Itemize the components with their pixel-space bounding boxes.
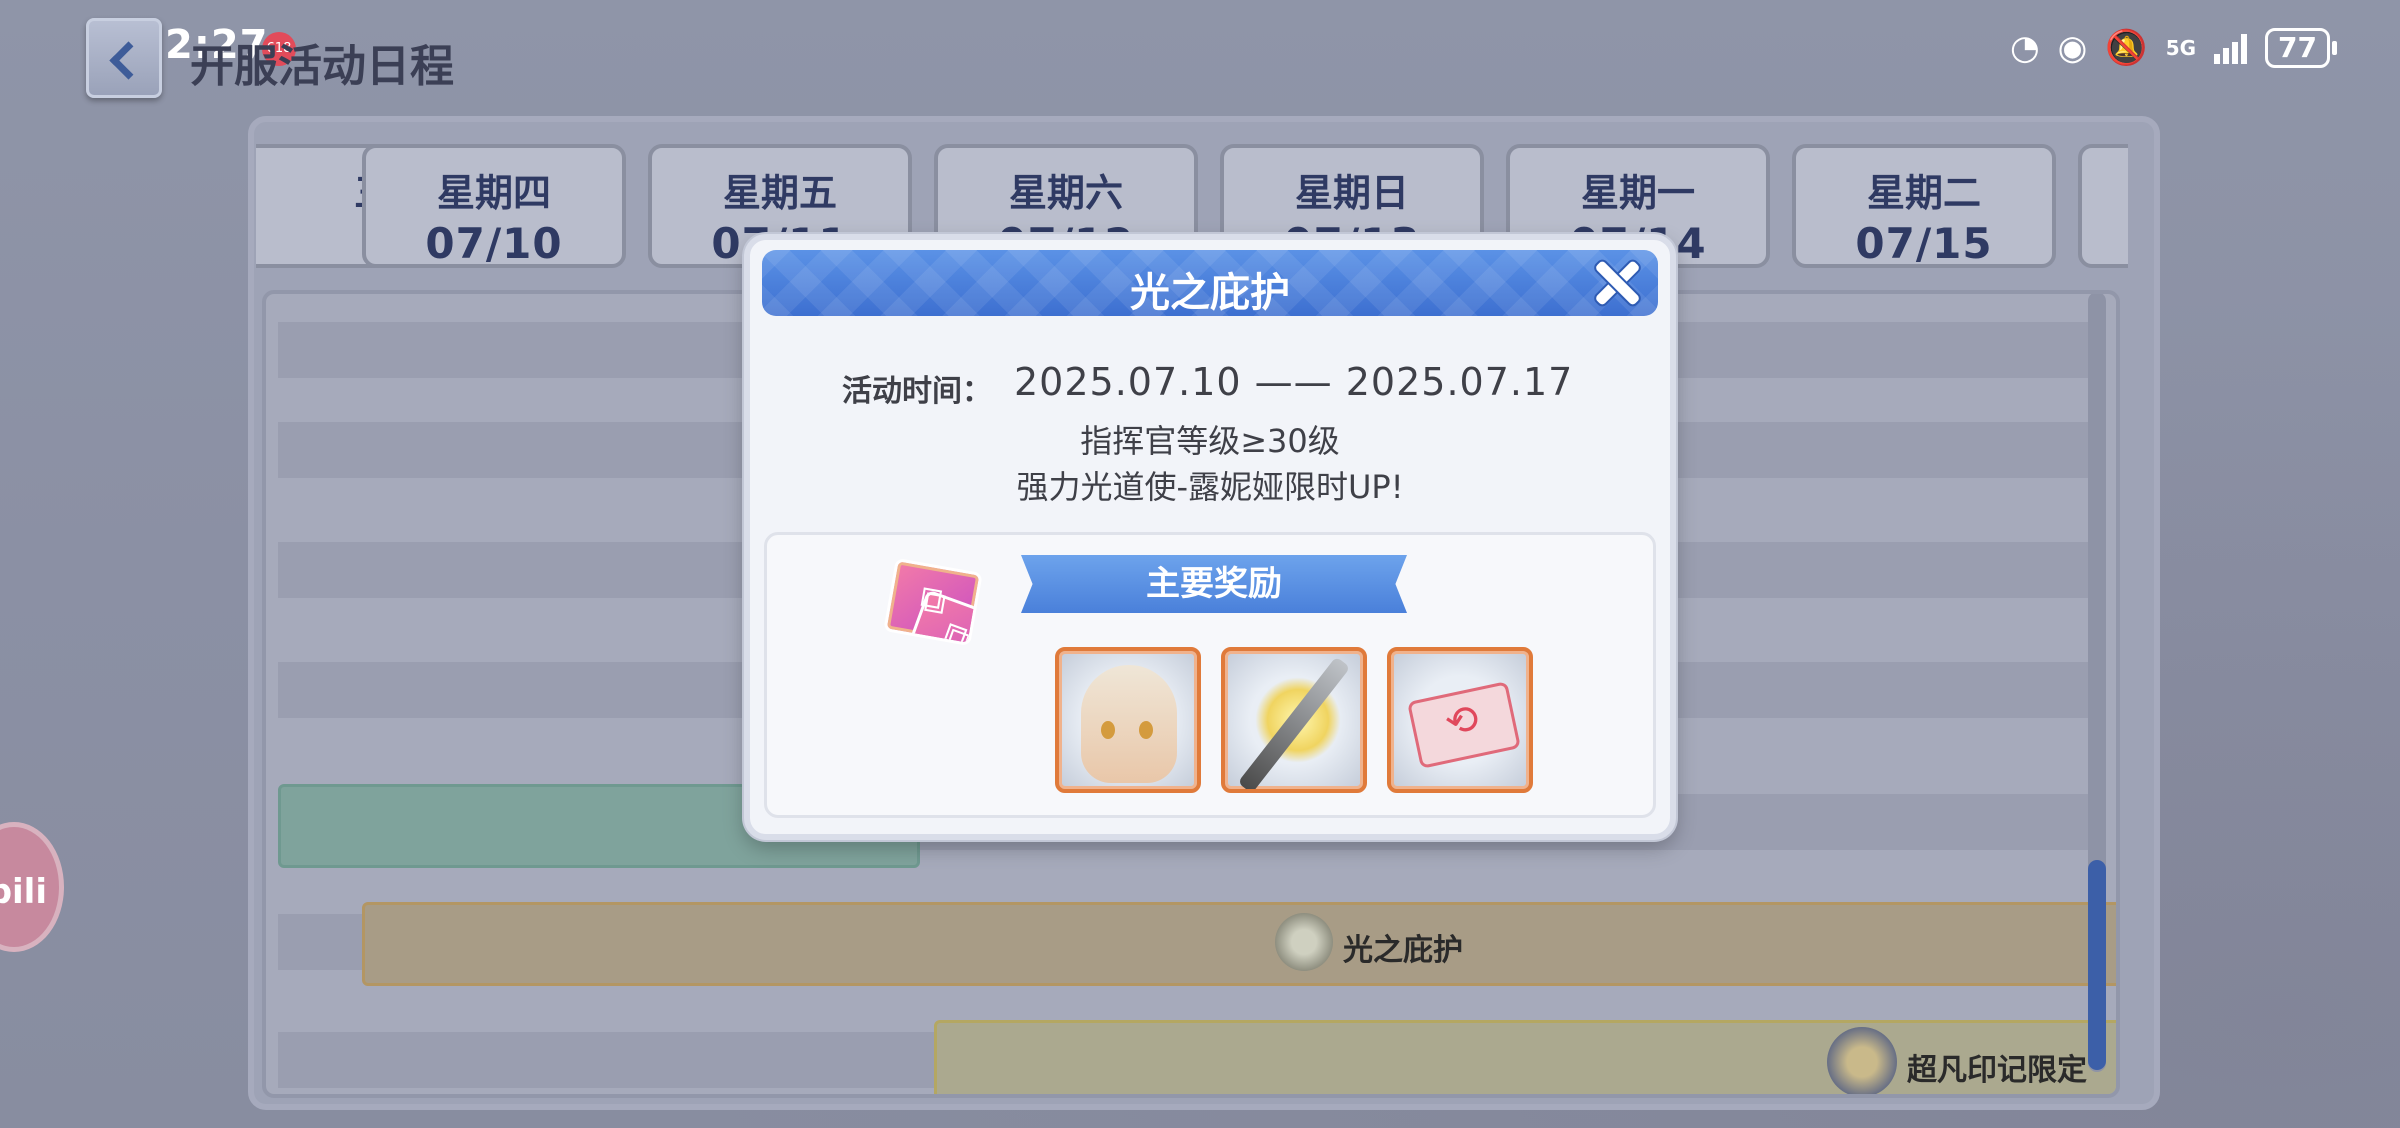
light-shelter-icon bbox=[1275, 913, 1333, 971]
eye-icon: ◉ bbox=[2057, 28, 2088, 68]
mute-bell-icon: 🔕 bbox=[2105, 28, 2148, 68]
hd-call-icon: ◔ bbox=[2010, 28, 2040, 68]
dialog-header: 光之庇护 bbox=[762, 250, 1658, 316]
event-description: 强力光道使-露妮娅限时UP! bbox=[1016, 468, 1404, 506]
day-date: 07/15 bbox=[1855, 219, 1993, 268]
level-requirement: 指挥官等级≥30级 bbox=[1080, 422, 1340, 460]
event-label: 光之庇护 bbox=[1343, 933, 1463, 968]
recruit-ticket-icon bbox=[1407, 681, 1521, 769]
scrollbar-thumb[interactable] bbox=[2088, 860, 2106, 1070]
event-time-label: 活动时间： bbox=[842, 374, 992, 409]
dialog-title: 光之庇护 bbox=[1130, 270, 1290, 316]
day-tab[interactable] bbox=[2078, 144, 2128, 268]
event-label: 超凡印记限定 bbox=[1907, 1053, 2087, 1088]
back-button[interactable] bbox=[86, 18, 162, 98]
day-tab[interactable]: 星期四 07/10 bbox=[362, 144, 626, 268]
day-name: 星期二 bbox=[1866, 171, 1981, 215]
reward-section: 主要奖励 bbox=[764, 532, 1656, 818]
day-name: 星期一 bbox=[1580, 171, 1695, 215]
reward-item-gene-card[interactable] bbox=[883, 557, 983, 647]
event-bar-transcend-mark[interactable]: 超凡印记限定 bbox=[934, 1020, 2116, 1094]
character-portrait-icon bbox=[1081, 665, 1177, 783]
day-tab[interactable]: 星期二 07/15 bbox=[1792, 144, 2056, 268]
reward-item-ticket[interactable] bbox=[1387, 647, 1533, 793]
gene-card-icon bbox=[900, 589, 983, 647]
day-name: 星期日 bbox=[1294, 171, 1409, 215]
event-time-value: 2025.07.10 —— 2025.07.17 bbox=[1014, 360, 1574, 404]
battery-indicator: 77 bbox=[2265, 28, 2337, 68]
day-date: 07/10 bbox=[425, 219, 563, 268]
day-name: 星期四 bbox=[436, 171, 551, 215]
page-title: 开服活动日程 bbox=[190, 41, 454, 92]
reward-item-character[interactable] bbox=[1055, 647, 1201, 793]
rewards-title: 主要奖励 bbox=[1021, 555, 1407, 613]
network-type: 5G bbox=[2165, 36, 2197, 60]
system-icons: ◔ ◉ 🔕 5G 77 bbox=[2010, 28, 2337, 68]
day-name: 星期六 bbox=[1008, 171, 1123, 215]
signal-icon bbox=[2214, 32, 2248, 64]
event-bar-light-shelter[interactable]: 光之庇护 bbox=[362, 902, 2116, 986]
close-icon[interactable] bbox=[1592, 258, 1642, 308]
day-name: 星期五 bbox=[722, 171, 837, 215]
reward-item-weapon[interactable] bbox=[1221, 647, 1367, 793]
transcend-mark-icon bbox=[1827, 1027, 1897, 1094]
event-detail-dialog: 光之庇护 活动时间： 2025.07.10 —— 2025.07.17 指挥官等… bbox=[744, 234, 1676, 840]
